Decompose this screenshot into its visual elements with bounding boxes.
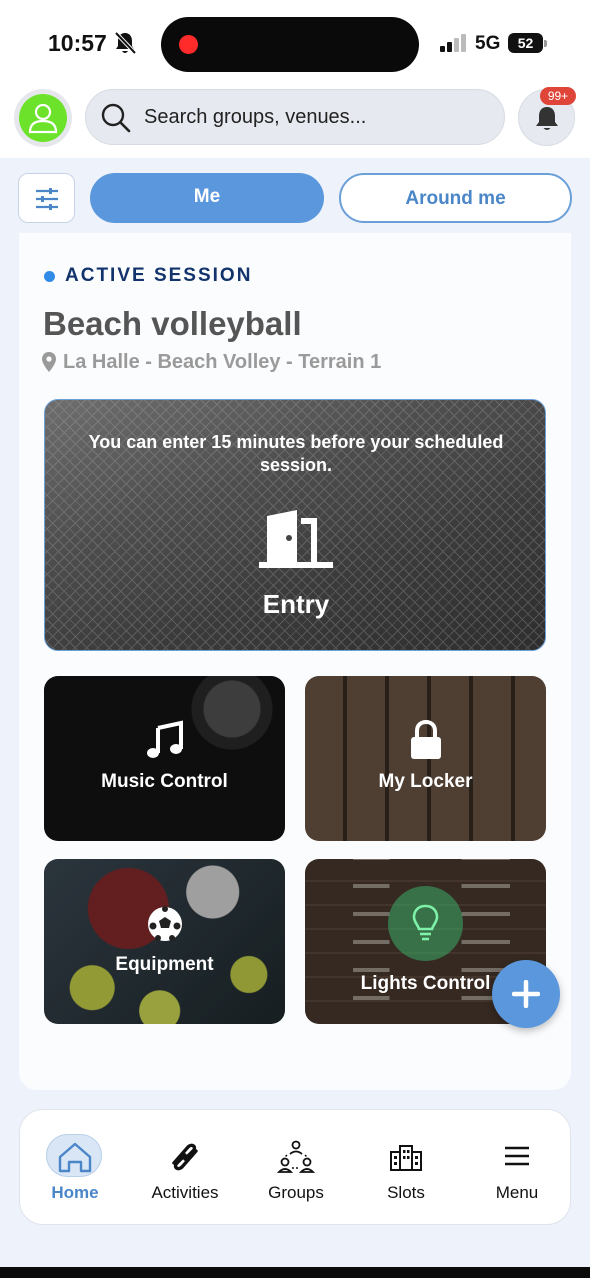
ball-icon-wrap: [44, 905, 285, 948]
tab-slots-label: Slots: [387, 1183, 425, 1202]
location-pin-icon: [42, 352, 56, 372]
light-glow: [388, 886, 463, 961]
tab-groups-label: Groups: [268, 1183, 324, 1202]
avatar-image: [19, 94, 67, 142]
my-locker-tile[interactable]: My Locker: [305, 676, 546, 841]
tab-menu-label: Menu: [495, 1183, 539, 1202]
battery-tip: [544, 40, 547, 47]
status-bar: 10:57 5G 52: [0, 0, 590, 88]
tab-me[interactable]: Me: [90, 173, 324, 223]
door-icon: [259, 510, 333, 568]
lock-icon-wrap: [305, 719, 546, 765]
status-time: 10:57: [48, 30, 107, 56]
signal-icon: [440, 34, 466, 52]
tab-activities-label: Activities: [151, 1183, 219, 1202]
session-status-label: ACTIVE SESSION: [65, 265, 253, 286]
silent-mode-icon: [114, 31, 136, 55]
lock-icon: [410, 719, 441, 759]
plus-icon: [512, 980, 540, 1008]
filter-button[interactable]: [18, 173, 75, 223]
user-icon: [28, 103, 58, 134]
bottom-edge: [0, 1267, 590, 1278]
tab-around-me[interactable]: Around me: [339, 173, 572, 223]
lightbulb-icon: [412, 904, 439, 941]
tab-home[interactable]: Home: [20, 1110, 130, 1226]
tab-groups[interactable]: Groups: [241, 1110, 351, 1226]
music-note-icon: [146, 720, 183, 758]
entry-label: Entry: [262, 589, 330, 619]
battery-level: 52: [508, 33, 543, 53]
slots-icon: [390, 1145, 422, 1171]
menu-icon: [505, 1146, 529, 1166]
equipment-label: Equipment: [115, 954, 214, 975]
add-button[interactable]: [492, 960, 560, 1028]
live-indicator-icon: [44, 271, 55, 282]
my-locker-label: My Locker: [378, 771, 473, 792]
groups-icon: [276, 1140, 316, 1173]
equipment-tile[interactable]: Equipment: [44, 859, 285, 1024]
tab-activities[interactable]: Activities: [130, 1110, 240, 1226]
music-control-label: Music Control: [101, 771, 228, 792]
search-icon: [101, 103, 131, 133]
music-icon-wrap: [44, 720, 285, 765]
network-type: 5G: [475, 33, 501, 54]
tab-menu[interactable]: Menu: [462, 1110, 572, 1226]
entry-button[interactable]: You can enter 15 minutes before your sch…: [44, 399, 546, 651]
bell-icon: [536, 107, 558, 130]
home-icon: [58, 1142, 92, 1173]
search-input[interactable]: Search groups, venues...: [144, 106, 366, 129]
entry-message: You can enter 15 minutes before your sch…: [88, 432, 504, 475]
dynamic-island: [161, 17, 419, 72]
bottom-tab-bar: Home Activities Groups Slots Menu: [19, 1109, 571, 1225]
recording-indicator-icon: [179, 35, 198, 54]
session-title: Beach volleyball: [43, 305, 302, 342]
search-bar[interactable]: Search groups, venues...: [85, 89, 505, 145]
sliders-icon: [36, 188, 58, 210]
activities-icon: [172, 1143, 198, 1171]
battery-icon: 52: [508, 33, 548, 53]
avatar[interactable]: [14, 89, 72, 147]
soccer-ball-icon: [147, 906, 182, 941]
music-control-tile[interactable]: Music Control: [44, 676, 285, 841]
notification-badge: 99+: [540, 87, 576, 105]
tab-slots[interactable]: Slots: [351, 1110, 461, 1226]
session-venue: La Halle - Beach Volley - Terrain 1: [63, 351, 382, 373]
tab-home-label: Home: [51, 1183, 99, 1202]
